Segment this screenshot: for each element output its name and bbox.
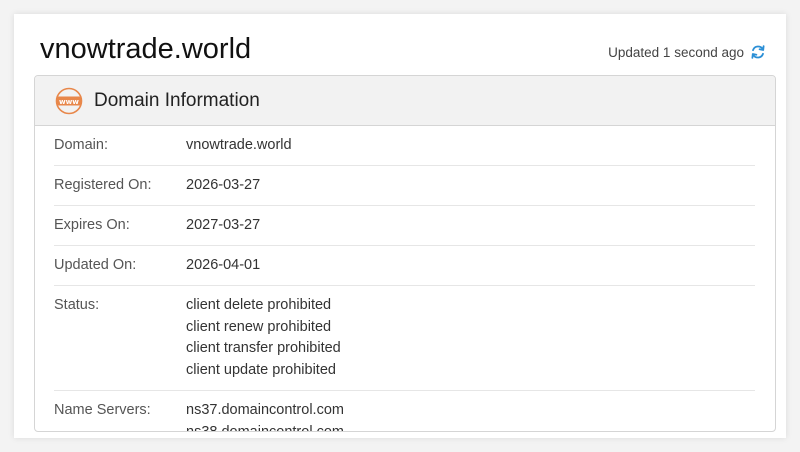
updated-value: 2026-04-01 bbox=[186, 257, 261, 273]
nameserver-value: ns37.domaincontrol.com bbox=[186, 402, 344, 418]
www-icon: www bbox=[55, 87, 83, 115]
status-value: client delete prohibited bbox=[186, 297, 332, 313]
page-header: vnowtrade.world Updated 1 second ago bbox=[14, 14, 786, 76]
registered-value: 2026-03-27 bbox=[186, 177, 261, 193]
domain-value: vnowtrade.world bbox=[186, 137, 292, 153]
card-header: www Domain Information bbox=[35, 76, 775, 126]
row-registered: Registered On: 2026-03-27 bbox=[54, 166, 755, 206]
status-values: client delete prohibited client renew pr… bbox=[186, 295, 341, 381]
nameservers-label: Name Servers: bbox=[54, 402, 151, 418]
refresh-icon[interactable] bbox=[750, 44, 766, 60]
updated-label: Updated On: bbox=[54, 257, 137, 273]
status-value: client transfer prohibited bbox=[186, 340, 341, 356]
domain-label: Domain: bbox=[54, 137, 108, 153]
status-value: client renew prohibited bbox=[186, 318, 332, 335]
status-value: client update prohibited bbox=[186, 361, 336, 378]
expires-value: 2027-03-27 bbox=[186, 217, 261, 233]
whois-page: vnowtrade.world Updated 1 second ago www bbox=[14, 14, 786, 438]
nameserver-values: ns37.domaincontrol.com ns38.domaincontro… bbox=[186, 400, 344, 432]
page-title: vnowtrade.world bbox=[40, 33, 252, 65]
nameserver-value: ns38.domaincontrol.com bbox=[186, 423, 344, 432]
card-title: Domain Information bbox=[94, 89, 260, 111]
registered-label: Registered On: bbox=[54, 177, 152, 193]
row-nameservers: Name Servers: ns37.domaincontrol.com ns3… bbox=[54, 391, 755, 432]
row-domain: Domain: vnowtrade.world bbox=[54, 126, 755, 166]
info-rows: Domain: vnowtrade.world Registered On: 2… bbox=[35, 126, 775, 432]
row-updated: Updated On: 2026-04-01 bbox=[54, 246, 755, 286]
updated-text: Updated 1 second ago bbox=[608, 44, 744, 60]
row-status: Status: client delete prohibited client … bbox=[54, 286, 755, 391]
status-label: Status: bbox=[54, 297, 100, 313]
updated-status: Updated 1 second ago bbox=[608, 44, 766, 60]
row-expires: Expires On: 2027-03-27 bbox=[54, 206, 755, 246]
www-icon-text: www bbox=[59, 96, 79, 105]
expires-label: Expires On: bbox=[54, 217, 130, 233]
domain-info-card: www Domain Information Domain: vnowtrade… bbox=[34, 75, 776, 432]
